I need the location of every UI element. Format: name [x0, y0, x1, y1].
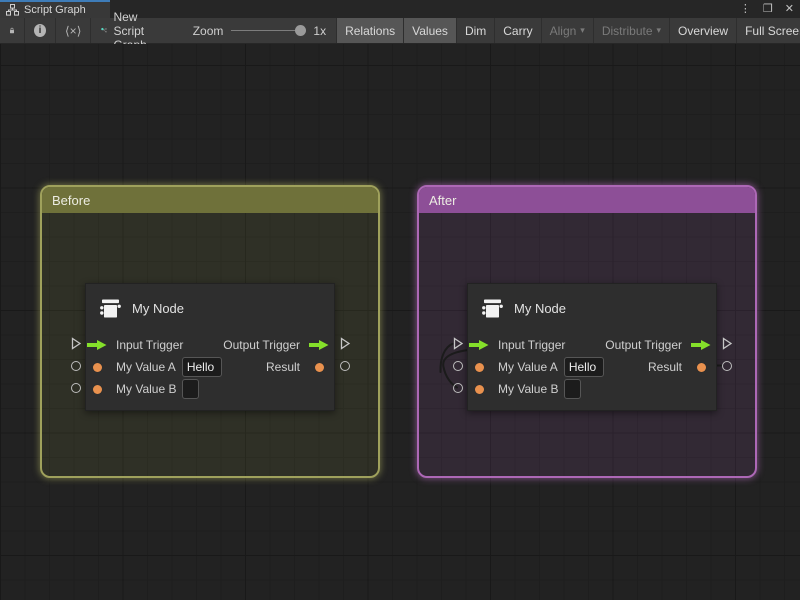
external-value-b-port[interactable] [451, 381, 464, 394]
external-trigger-in-port[interactable] [451, 337, 464, 350]
node-my-node-before[interactable]: My Node Input Trigger Output Trigger My … [85, 283, 335, 411]
close-icon[interactable]: ✕ [779, 0, 800, 18]
external-trigger-out-port[interactable] [338, 337, 351, 350]
dim-toggle[interactable]: Dim [456, 18, 494, 43]
value-a-input[interactable] [182, 357, 222, 377]
relations-toggle[interactable]: Relations [336, 18, 403, 43]
maximize-icon[interactable]: ❒ [757, 0, 779, 18]
chevron-down-icon: ▾ [657, 25, 662, 36]
external-value-a-port[interactable] [69, 359, 82, 372]
tab-title: Script Graph [24, 4, 86, 16]
external-value-a-port[interactable] [451, 359, 464, 372]
relations-label: Relations [345, 24, 395, 38]
graph-icon [101, 24, 107, 37]
external-trigger-out-port[interactable] [720, 337, 733, 350]
graph-toolbar: i ⟨×⟩ New Script Graph Zoom 1x Relations… [0, 18, 800, 44]
port-label-result: Result [266, 360, 300, 374]
chevron-down-icon: ▾ [580, 25, 585, 36]
graph-name: New Script Graph [91, 18, 164, 43]
dim-label: Dim [465, 24, 486, 38]
node-title: My Node [514, 301, 566, 316]
carry-label: Carry [503, 24, 532, 38]
values-label: Values [412, 24, 448, 38]
port-label-input-trigger: Input Trigger [498, 338, 565, 352]
group-before-title: Before [52, 193, 90, 208]
external-value-b-port[interactable] [69, 381, 82, 394]
external-trigger-in-port[interactable] [69, 337, 82, 350]
hierarchy-icon [6, 4, 19, 16]
full-screen-label: Full Screen [745, 24, 800, 38]
overview-label: Overview [678, 24, 728, 38]
code-view-button[interactable]: ⟨×⟩ [56, 18, 91, 43]
node-title: My Node [132, 301, 184, 316]
full-screen-button[interactable]: Full Screen [736, 18, 800, 43]
external-result-port[interactable] [338, 359, 351, 372]
group-after-title: After [429, 193, 456, 208]
menu-icon[interactable]: ⋮ [734, 0, 757, 18]
port-label-value-b: My Value B [116, 382, 176, 396]
value-a-input[interactable] [564, 357, 604, 377]
zoom-label: Zoom [193, 24, 224, 38]
value-in-icon[interactable] [468, 385, 490, 394]
lock-button[interactable] [0, 18, 25, 43]
tab-script-graph[interactable]: Script Graph [0, 0, 110, 18]
unit-icon [96, 294, 124, 322]
value-b-input[interactable] [564, 379, 581, 399]
trigger-out-icon[interactable] [690, 339, 712, 351]
zoom-value: 1x [313, 24, 326, 38]
overview-button[interactable]: Overview [669, 18, 736, 43]
node-header: My Node [96, 294, 184, 322]
port-label-output-trigger: Output Trigger [223, 338, 300, 352]
result-out-icon[interactable] [690, 363, 712, 372]
distribute-label: Distribute [602, 24, 653, 38]
zoom-slider-handle[interactable] [295, 25, 306, 36]
port-label-value-a: My Value A [498, 360, 558, 374]
port-label-input-trigger: Input Trigger [116, 338, 183, 352]
node-my-node-after[interactable]: My Node Input Trigger Output Trigger My … [467, 283, 717, 411]
group-before-header[interactable]: Before [42, 187, 378, 213]
value-in-icon[interactable] [86, 363, 108, 372]
carry-toggle[interactable]: Carry [494, 18, 540, 43]
port-label-result: Result [648, 360, 682, 374]
unit-icon [478, 294, 506, 322]
lock-icon [9, 24, 15, 37]
align-label: Align [550, 24, 577, 38]
info-icon: i [34, 24, 46, 37]
value-in-icon[interactable] [468, 363, 490, 372]
distribute-dropdown[interactable]: Distribute ▾ [593, 18, 669, 43]
port-label-output-trigger: Output Trigger [605, 338, 682, 352]
code-icon: ⟨×⟩ [65, 24, 81, 38]
port-label-value-a: My Value A [116, 360, 176, 374]
align-dropdown[interactable]: Align ▾ [541, 18, 593, 43]
port-label-value-b: My Value B [498, 382, 558, 396]
result-out-icon[interactable] [308, 363, 330, 372]
inspect-button[interactable]: i [25, 18, 56, 43]
group-after-header[interactable]: After [419, 187, 755, 213]
trigger-in-icon[interactable] [468, 339, 490, 351]
script-graph-window: Script Graph ⋮ ❒ ✕ i ⟨×⟩ [0, 0, 800, 600]
value-in-icon[interactable] [86, 385, 108, 394]
zoom-slider[interactable] [231, 30, 305, 31]
zoom-control: Zoom 1x [183, 18, 336, 43]
external-result-port[interactable] [720, 359, 733, 372]
trigger-in-icon[interactable] [86, 339, 108, 351]
window-controls: ⋮ ❒ ✕ [734, 0, 800, 18]
trigger-out-icon[interactable] [308, 339, 330, 351]
toolbar-toggle-group: Relations Values Dim Carry Align ▾ Distr… [336, 18, 800, 43]
value-b-input[interactable] [182, 379, 199, 399]
values-toggle[interactable]: Values [403, 18, 456, 43]
node-header: My Node [478, 294, 566, 322]
